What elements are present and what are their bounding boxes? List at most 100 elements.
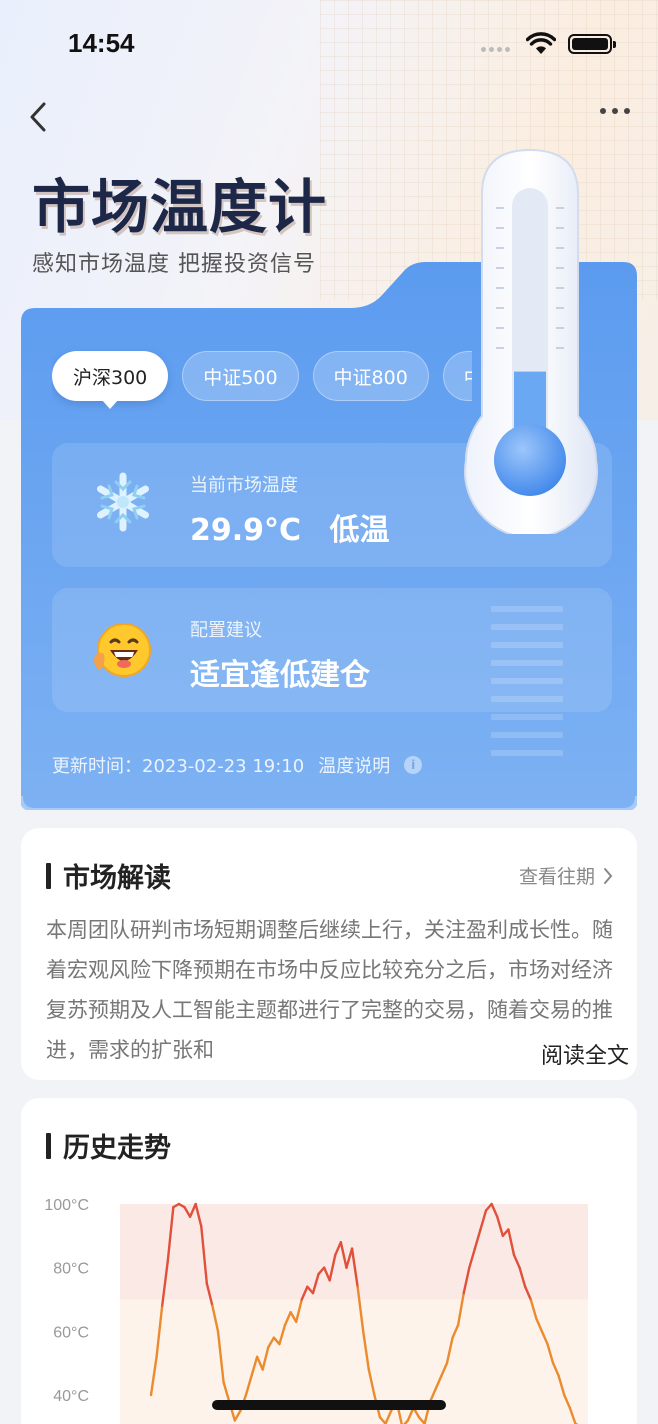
data-point [496,1216,498,1218]
tab-zz800[interactable]: 中证800 [312,351,429,401]
data-point [513,1254,515,1256]
view-past-link[interactable]: 查看往期 [519,862,613,889]
data-point [211,1305,214,1307]
decorative-stripes [491,606,563,768]
smile-emoji-icon [94,623,151,677]
data-point [457,1324,459,1326]
data-point [530,1298,532,1301]
update-row: 更新时间：2023-02-23 19:10 温度说明 i [52,752,423,778]
data-point [317,1273,320,1275]
data-point [250,1375,253,1377]
data-point [418,1416,420,1418]
data-point [150,1394,152,1396]
interpretation-title-row: 市场解读 [46,856,171,895]
temperature-label: 当前市场温度 [190,475,298,496]
data-point [535,1318,537,1320]
data-point [178,1203,180,1205]
data-point [362,1330,364,1332]
wifi-icon [526,32,556,54]
data-point [345,1267,348,1269]
data-point [569,1407,571,1409]
data-point [491,1203,493,1205]
data-point [312,1292,314,1294]
more-options-icon[interactable] [600,108,630,114]
chart-zone-hot [120,1204,588,1300]
market-interpretation-card: 市场解读 查看往期 本周团队研判市场短期调整后继续上行，关注盈利成长性。随着宏观… [21,828,637,1080]
data-point [468,1267,470,1269]
data-point [373,1394,375,1396]
data-point [479,1228,482,1231]
data-point [267,1346,269,1348]
data-point [295,1321,297,1323]
data-point [239,1410,241,1412]
y-tick-label: 40°C [53,1388,89,1405]
y-tick-label: 80°C [53,1261,89,1278]
data-point [217,1330,219,1332]
data-point [234,1419,236,1422]
data-point [390,1410,392,1412]
index-tabs: 沪深300 中证500 中证800 中证 [52,340,472,420]
advice-value: 适宜逢低建仓 [190,658,370,693]
battery-icon [568,34,616,54]
data-point [172,1206,174,1208]
page-title: 市场温度计 [32,173,328,241]
history-chart: 100°C 80°C 60°C 40°C [44,1197,588,1424]
interpretation-title: 市场解读 [63,863,171,894]
data-point [368,1368,370,1371]
data-point [558,1375,560,1377]
title-bar [46,862,51,889]
data-point [161,1305,163,1307]
data-point [262,1368,264,1371]
data-point [189,1216,191,1218]
data-point [284,1324,286,1326]
data-point [440,1375,442,1377]
data-point [206,1282,208,1285]
data-point [507,1228,510,1231]
data-point [329,1279,331,1281]
tab-hs300[interactable]: 沪深300 [52,351,169,409]
back-icon[interactable] [24,98,54,138]
data-point [334,1254,336,1256]
update-time: 更新时间：2023-02-23 19:10 [52,756,305,777]
data-point [195,1203,197,1205]
data-point [485,1209,487,1211]
temperature-explanation-link[interactable]: 温度说明 [318,752,390,778]
data-point [524,1286,526,1288]
home-indicator[interactable] [212,1400,446,1410]
data-point [563,1394,565,1396]
thermometer-icon [464,148,598,534]
status-time: 14:54 [68,28,135,58]
y-tick-label: 100°C [44,1197,89,1214]
data-point [273,1337,275,1339]
data-point [546,1343,549,1345]
data-point [451,1337,454,1339]
read-full-text-link[interactable]: 阅读全文 [539,1038,630,1070]
temperature-value-row: 29.9°C 低温 [190,505,390,549]
data-point [183,1206,186,1208]
signal-icon [481,47,510,52]
y-tick-label: 60°C [53,1324,89,1341]
data-point [463,1292,465,1294]
data-point [256,1356,258,1358]
data-point [357,1286,359,1288]
data-point [340,1241,342,1243]
data-point [552,1362,554,1364]
history-trend-card: 历史走势 100°C 80°C 60°C 40°C [21,1098,637,1424]
snowflake-icon [97,472,149,532]
data-point [323,1267,325,1269]
info-icon[interactable]: i [404,756,423,774]
data-point [474,1247,476,1250]
data-point [200,1225,202,1227]
data-point [167,1260,169,1262]
temperature-value: 29.9°C [190,513,302,548]
data-point [541,1330,543,1332]
tab-zz500[interactable]: 中证500 [182,351,299,401]
data-point [155,1356,158,1358]
data-point [278,1343,281,1345]
data-point [290,1311,292,1313]
data-point [222,1381,225,1383]
data-point [301,1298,303,1301]
data-point [306,1286,308,1288]
data-point [435,1388,437,1390]
data-point [245,1394,247,1396]
